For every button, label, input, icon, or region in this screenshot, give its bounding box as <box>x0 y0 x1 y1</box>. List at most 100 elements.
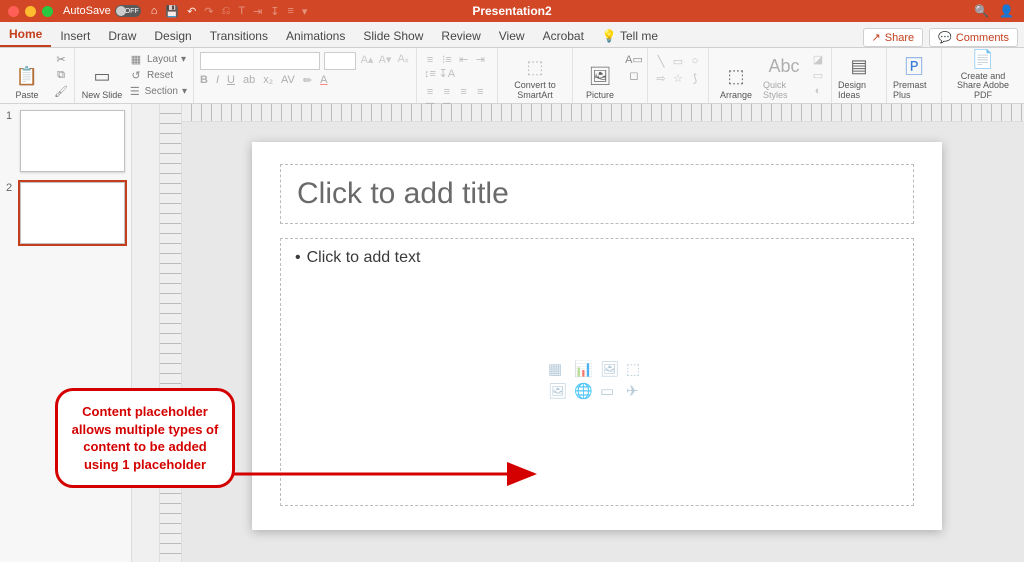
italic-icon[interactable]: I <box>216 74 219 87</box>
numbering-icon[interactable]: ⁝≡ <box>440 52 454 66</box>
insert-video-icon[interactable]: ▭ <box>600 382 620 400</box>
new-slide-button[interactable]: ▭ New Slide <box>81 52 123 100</box>
align-left-icon[interactable]: ≡ <box>423 85 437 99</box>
home-icon[interactable]: ⌂ <box>151 5 158 18</box>
tab-draw[interactable]: Draw <box>99 25 145 47</box>
design-ideas-icon: ▤ <box>846 53 872 79</box>
font-name-input[interactable] <box>200 52 320 70</box>
tab-review[interactable]: Review <box>432 25 489 47</box>
indent-right-icon[interactable]: ⇥ <box>473 52 487 66</box>
tab-view[interactable]: View <box>490 25 534 47</box>
tab-acrobat[interactable]: Acrobat <box>534 25 593 47</box>
smartart-group: ⬚ Convert to SmartArt <box>498 48 573 103</box>
redo-icon[interactable]: ↷ <box>204 5 213 18</box>
tab-design[interactable]: Design <box>145 25 200 47</box>
highlight-icon[interactable]: ✏ <box>303 74 312 87</box>
search-icon[interactable]: 🔍 <box>974 4 989 18</box>
insert-smartart-icon[interactable]: 🖼 <box>600 360 620 378</box>
adobe-pdf-button[interactable]: 📄 Create and Share Adobe PDF <box>948 52 1018 100</box>
maximize-window-button[interactable] <box>42 6 53 17</box>
tell-me[interactable]: 💡 Tell me <box>593 25 667 47</box>
shape-line-icon[interactable]: ╲ <box>654 54 668 68</box>
picture-button[interactable]: 🖼 Picture <box>579 52 621 100</box>
minimize-window-button[interactable] <box>25 6 36 17</box>
insert-3d-icon[interactable]: ⬚ <box>626 360 646 378</box>
quick-styles-button[interactable]: Abc Quick Styles <box>763 52 805 100</box>
premast-button[interactable]: 🄿 Premast Plus <box>893 52 935 100</box>
shape-oval-icon[interactable]: ○ <box>688 54 702 68</box>
autosave-toggle[interactable]: OFF <box>115 5 141 17</box>
tab-slide-show[interactable]: Slide Show <box>354 25 432 47</box>
arrange-button[interactable]: ⬚ Arrange <box>715 52 757 100</box>
shape-effects-icon[interactable]: ◐ <box>811 84 825 98</box>
thumbnail-2[interactable]: 2 <box>6 182 125 244</box>
paste-button[interactable]: 📋 Paste <box>6 52 48 100</box>
tab-insert[interactable]: Insert <box>51 25 99 47</box>
share-button[interactable]: ↗Share <box>863 28 924 47</box>
canvas[interactable]: Click to add title • Click to add text ▦… <box>182 122 1024 562</box>
grow-font-icon[interactable]: A▴ <box>360 52 374 66</box>
design-ideas-button[interactable]: ▤ Design Ideas <box>838 52 880 100</box>
comments-button[interactable]: 💬Comments <box>929 28 1018 47</box>
thumbnail-pane[interactable]: 1 2 <box>0 104 132 562</box>
insert-picture-icon[interactable]: 🖼 <box>548 382 568 400</box>
undo-icon[interactable]: ↶ <box>187 5 196 18</box>
paste-icon: 📋 <box>14 63 40 89</box>
content-bullet[interactable]: • Click to add text <box>295 249 899 267</box>
bullets-icon[interactable]: ≡ <box>423 53 437 67</box>
shapes-icon[interactable]: ◻ <box>627 68 641 82</box>
subscript-icon[interactable]: x₂ <box>263 74 273 87</box>
shrink-font-icon[interactable]: A▾ <box>378 52 392 66</box>
thumbnail-1[interactable]: 1 <box>6 110 125 172</box>
paragraph-group: ≡ ⁝≡ ⇤ ⇥ ↕≡ ↧A ≡ ≡ ≡ ≡ ▥ ⊟ <box>417 48 498 103</box>
strike-icon[interactable]: ab <box>243 74 255 87</box>
thumbnail-1-preview[interactable] <box>20 110 125 172</box>
qat-disabled-5: ≡ <box>287 5 293 18</box>
justify-icon[interactable]: ≡ <box>473 85 487 99</box>
title-placeholder[interactable]: Click to add title <box>280 164 914 224</box>
outline-collapse-pane[interactable] <box>132 104 160 562</box>
insert-table-icon[interactable]: ▦ <box>548 360 568 378</box>
line-spacing-icon[interactable]: ↕≡ <box>423 67 437 81</box>
shape-fill-icon[interactable]: ◪ <box>811 52 825 66</box>
shape-star-icon[interactable]: ☆ <box>671 71 685 85</box>
align-center-icon[interactable]: ≡ <box>440 85 454 99</box>
format-painter-icon[interactable]: 🖌 <box>54 84 68 98</box>
shape-outline-icon[interactable]: ▭ <box>811 68 825 82</box>
close-window-button[interactable] <box>8 6 19 17</box>
section-icon: ☰ <box>129 84 141 98</box>
underline-icon[interactable]: U <box>227 74 235 87</box>
clear-format-icon[interactable]: Aₓ <box>396 52 410 66</box>
shape-curve-icon[interactable]: ⟆ <box>688 71 702 85</box>
shape-rect-icon[interactable]: ▭ <box>671 54 685 68</box>
insert-chart-icon[interactable]: 📊 <box>574 360 594 378</box>
reset-button[interactable]: ↺Reset <box>129 68 187 82</box>
indent-left-icon[interactable]: ⇤ <box>457 52 471 66</box>
tab-home[interactable]: Home <box>0 23 51 47</box>
autosave-label: AutoSave <box>63 5 111 17</box>
thumbnail-2-preview[interactable] <box>20 182 125 244</box>
shape-arrow-icon[interactable]: ⇨ <box>654 71 668 85</box>
bold-icon[interactable]: B <box>200 74 208 87</box>
font-size-input[interactable] <box>324 52 356 70</box>
autosave-control[interactable]: AutoSave OFF <box>63 5 141 17</box>
tab-transitions[interactable]: Transitions <box>201 25 277 47</box>
section-button[interactable]: ☰Section▾ <box>129 84 187 98</box>
cut-icon[interactable]: ✂ <box>54 52 68 66</box>
save-icon[interactable]: 💾 <box>165 5 179 18</box>
convert-smartart-button[interactable]: ⬚ Convert to SmartArt <box>504 52 566 100</box>
insert-icon-icon[interactable]: ✈ <box>626 382 646 400</box>
textbox-icon[interactable]: A▭ <box>627 52 641 66</box>
text-direction-icon[interactable]: ↧A <box>440 67 454 81</box>
horizontal-ruler <box>182 104 1024 122</box>
font-color-icon[interactable]: A <box>320 74 327 87</box>
user-icon[interactable]: 👤 <box>999 4 1014 18</box>
align-right-icon[interactable]: ≡ <box>457 85 471 99</box>
copy-icon[interactable]: ⧉ <box>54 68 68 82</box>
insert-online-pic-icon[interactable]: 🌐 <box>574 382 594 400</box>
tab-animations[interactable]: Animations <box>277 25 354 47</box>
reset-icon: ↺ <box>129 68 143 82</box>
layout-button[interactable]: ▦Layout▾ <box>129 52 187 66</box>
qat-disabled-6: ▾ <box>302 5 308 18</box>
av-icon[interactable]: AV <box>281 74 295 87</box>
